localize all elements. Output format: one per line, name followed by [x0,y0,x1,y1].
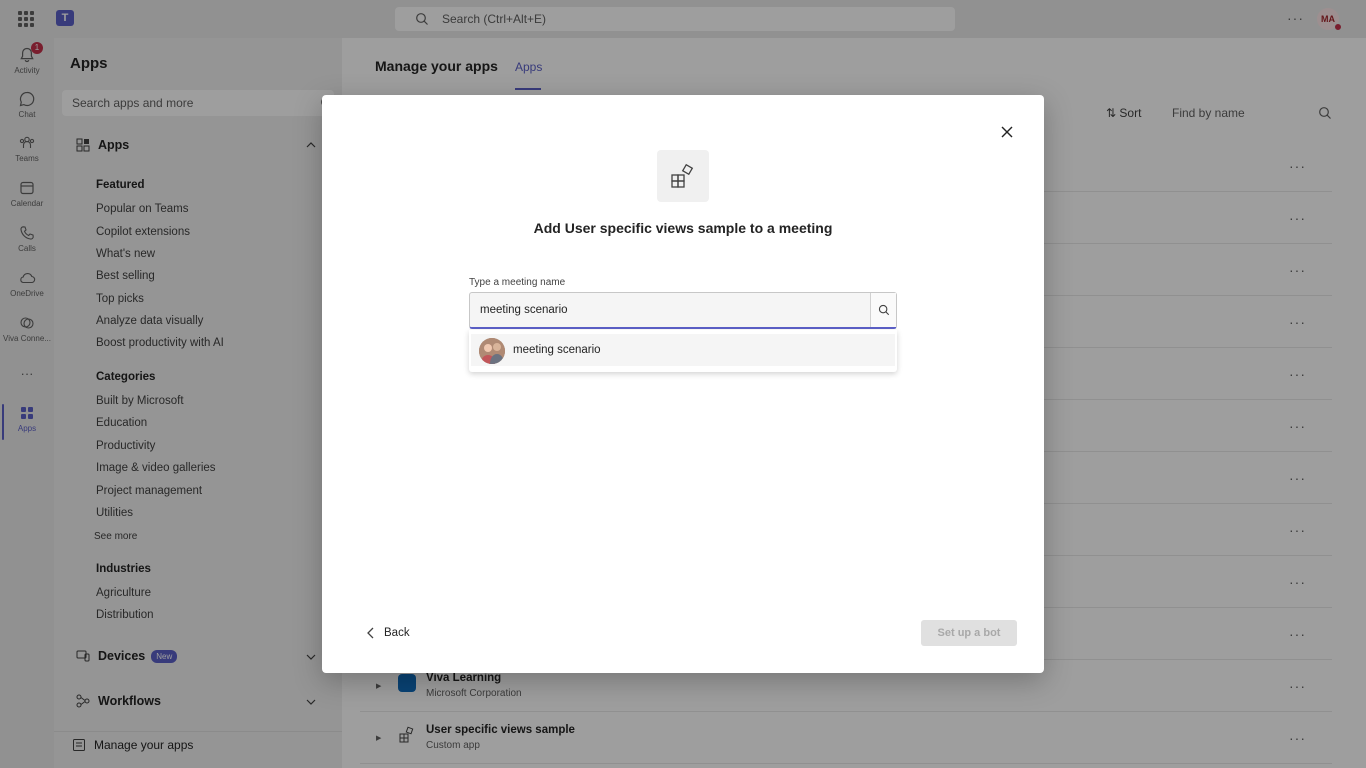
meeting-name-value: meeting scenario [480,304,568,316]
set-up-bot-button[interactable]: Set up a bot [921,620,1017,646]
meeting-suggestions: meeting scenario [469,330,897,372]
dialog-title: Add User specific views sample to a meet… [533,220,833,236]
search-icon [878,304,890,316]
group-avatar-icon [479,338,505,364]
meeting-search-button[interactable] [870,293,896,327]
meeting-avatar [479,338,505,364]
meeting-name-label: Type a meeting name [469,277,566,288]
back-label: Back [384,627,410,639]
suggestion-label: meeting scenario [513,344,601,356]
app-logo [657,150,709,202]
suggestion-item[interactable]: meeting scenario [471,334,895,366]
meeting-name-input[interactable]: meeting scenario [469,292,897,329]
close-icon[interactable] [999,124,1015,140]
chevron-left-icon [367,627,374,639]
custom-app-icon [671,163,694,188]
add-to-meeting-dialog: Add User specific views sample to a meet… [322,95,1044,673]
